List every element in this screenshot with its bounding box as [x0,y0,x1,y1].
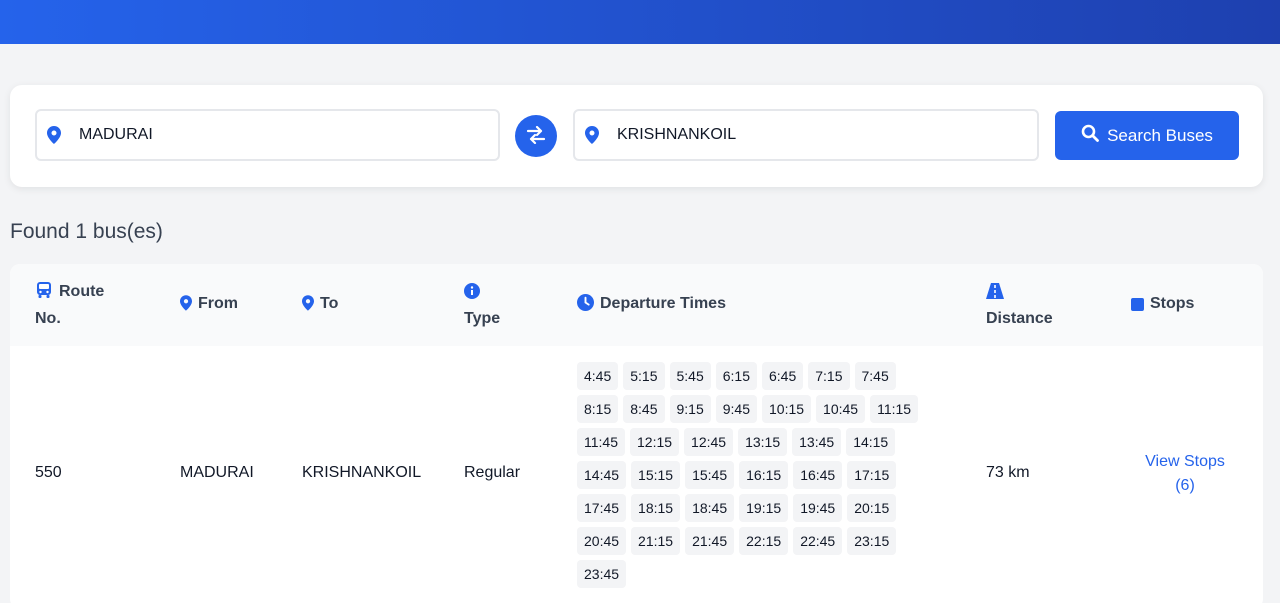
header-distance-label: Distance [986,310,1053,327]
header-stops: Stops [1131,292,1194,319]
departure-time-chip: 18:15 [631,494,681,522]
departure-time-chip: 7:15 [808,362,850,390]
header-from: From [180,292,238,319]
departure-time-chip: 8:45 [623,395,665,423]
departure-time-chip: 5:45 [669,362,711,390]
clock-icon [577,294,594,319]
search-icon [1081,124,1099,147]
departure-time-chip: 22:15 [739,527,789,555]
departure-time-chip: 12:45 [684,428,734,456]
header-departure-times: Departure Times [577,292,726,319]
departure-time-chip: 9:45 [715,395,757,423]
results-table: Route No. From To Type Departure Times D… [10,264,1263,603]
cell-to: KRISHNANKOIL [302,464,422,481]
to-field[interactable] [573,109,1039,161]
departure-time-chip: 5:15 [623,362,665,390]
departure-time-chip: 16:15 [739,461,789,489]
departure-time-chip: 6:45 [762,362,804,390]
to-input[interactable] [617,126,997,144]
departure-time-chip: 22:45 [793,527,843,555]
header-from-label: From [198,295,238,312]
header-to: To [302,292,338,319]
swap-locations-button[interactable] [515,115,557,157]
departure-time-chip: 23:15 [847,527,897,555]
cell-type: Regular [464,464,521,481]
departure-time-chip: 4:45 [577,362,619,390]
top-header-bar [0,0,1280,44]
header-distance: Distance [986,280,1053,331]
search-panel: Search Buses [10,85,1263,187]
departure-time-chip: 20:45 [577,527,627,555]
info-icon [464,283,480,307]
departure-time-chip: 18:45 [685,494,735,522]
departure-time-chip: 10:45 [816,395,866,423]
header-route-line2: No. [35,310,61,327]
departure-time-chip: 13:15 [738,428,788,456]
departure-time-chip: 21:45 [685,527,735,555]
view-stops-label: View Stops [1145,453,1225,470]
departure-time-chip: 15:15 [631,461,681,489]
bus-icon [35,281,53,307]
departure-time-chip: 20:15 [847,494,897,522]
view-stops-link[interactable]: View Stops (6) [1130,450,1240,498]
departure-time-chip: 17:15 [847,461,897,489]
departure-time-chip: 19:45 [793,494,843,522]
departure-time-chip: 23:45 [577,560,627,588]
departure-time-chip: 6:15 [715,362,757,390]
from-field[interactable] [35,109,500,161]
departure-time-chip: 10:15 [762,395,812,423]
departure-time-chip: 16:45 [793,461,843,489]
stops-count: (6) [1175,477,1195,494]
from-input[interactable] [79,126,459,144]
departure-time-chip: 11:45 [577,428,625,456]
map-pin-icon [180,295,192,319]
cell-route-no: 550 [35,464,62,481]
search-buses-button[interactable]: Search Buses [1055,111,1239,160]
header-stops-label: Stops [1150,295,1195,312]
map-pin-icon [47,125,63,145]
header-route-no: Route No. [35,280,104,331]
table-header: Route No. From To Type Departure Times D… [10,264,1263,346]
swap-arrows-icon [526,125,546,147]
departure-time-chip: 15:45 [685,461,735,489]
departure-time-chip: 9:15 [669,395,711,423]
map-pin-icon [585,125,601,145]
road-icon [986,283,1004,307]
departure-time-chip: 7:45 [854,362,896,390]
cell-distance: 73 km [986,464,1030,481]
departure-time-chip: 21:15 [631,527,681,555]
map-pin-icon [302,295,314,319]
header-type: Type [464,280,500,331]
header-to-label: To [320,295,339,312]
departure-time-chip: 14:15 [846,428,896,456]
cell-from: MADURAI [180,464,254,481]
header-type-label: Type [464,310,501,327]
departure-time-chip: 13:45 [792,428,842,456]
departure-time-chip: 8:15 [577,395,619,423]
departure-time-chip: 12:15 [630,428,680,456]
departure-time-chip: 11:15 [870,395,919,423]
stop-square-icon [1131,295,1144,319]
header-departure-label: Departure Times [600,295,726,312]
departure-time-chip: 14:45 [577,461,627,489]
departure-time-chip: 17:45 [577,494,627,522]
header-route-line1: Route [59,283,105,300]
results-count: Found 1 bus(es) [10,220,163,243]
departure-time-chip: 19:15 [739,494,789,522]
search-button-label: Search Buses [1107,125,1213,145]
departure-times-list: 4:45 5:15 5:45 6:15 6:45 7:15 7:45 8:15 8:45 9:15… [577,362,927,588]
